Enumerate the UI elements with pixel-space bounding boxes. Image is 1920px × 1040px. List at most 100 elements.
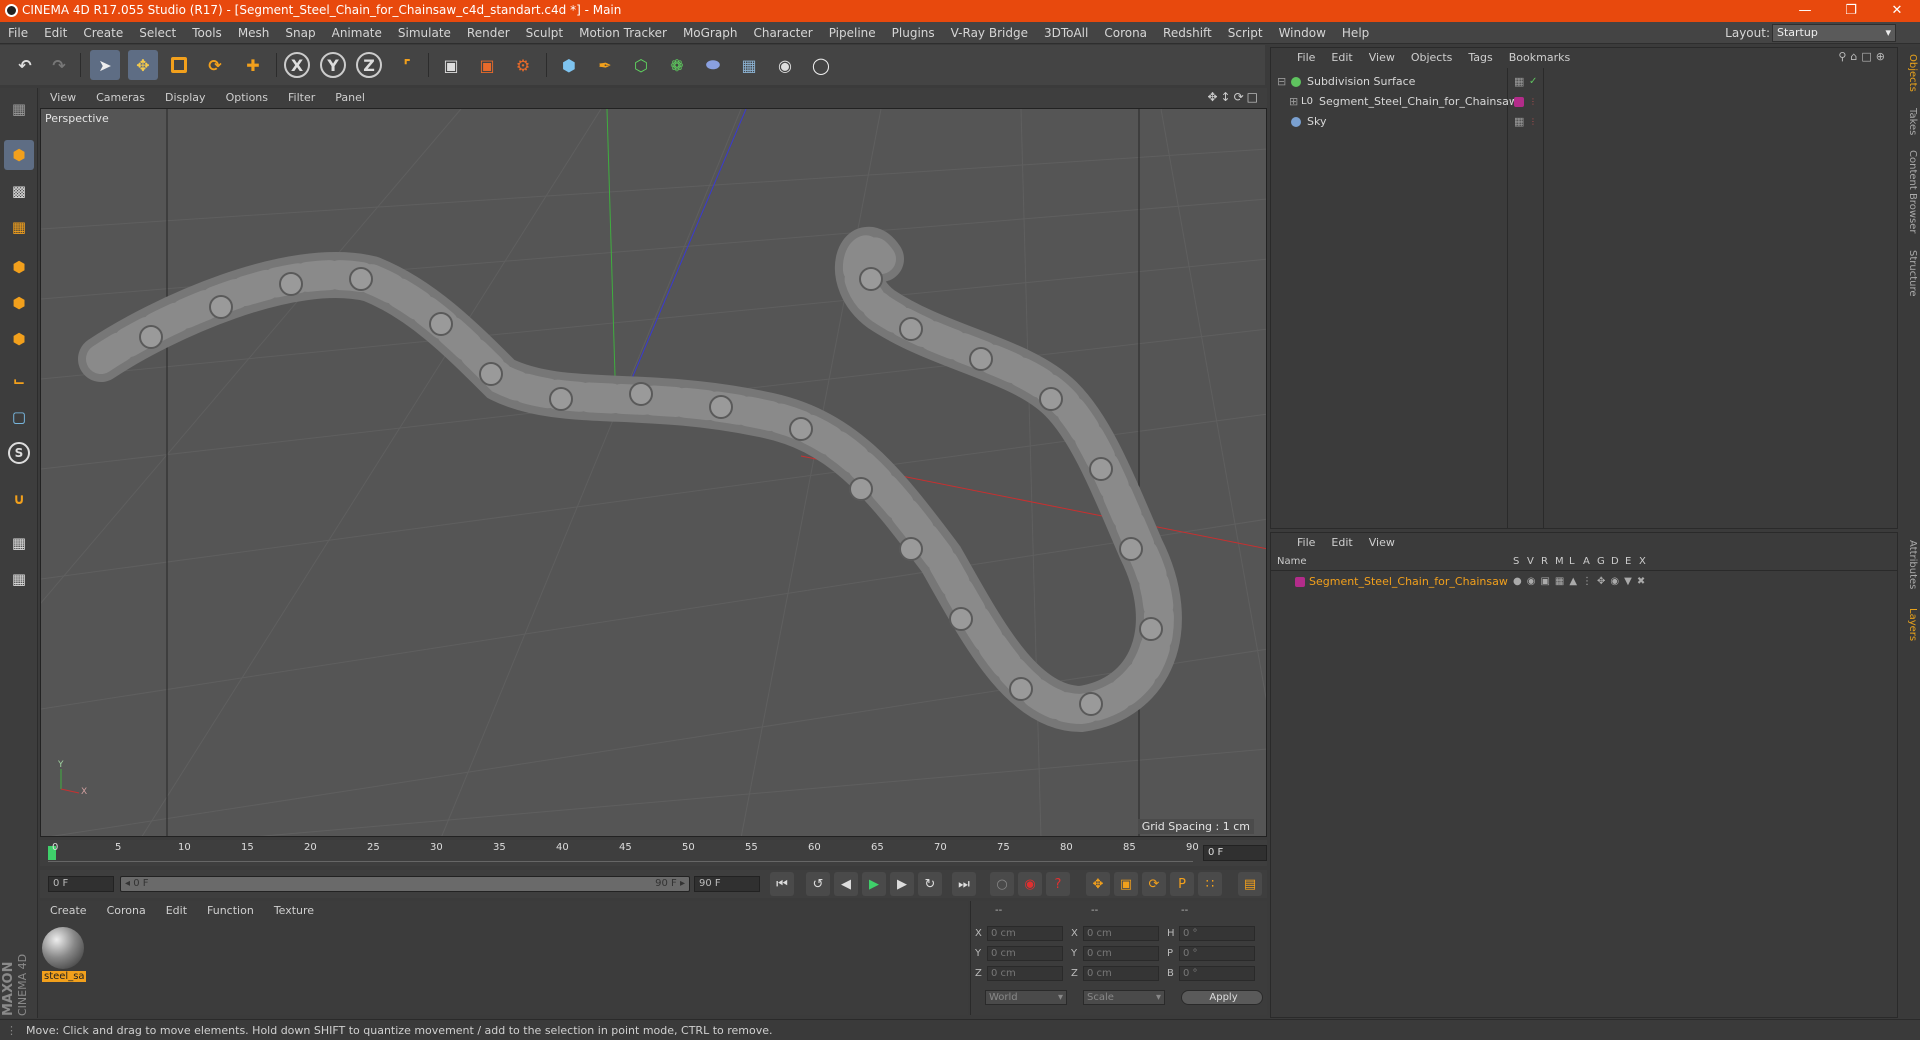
- timeline-window-button[interactable]: ▤: [1238, 872, 1262, 896]
- workplane-align-button[interactable]: ▦: [4, 564, 34, 594]
- menu-help[interactable]: Help: [1334, 22, 1377, 44]
- viewport-menu-options[interactable]: Options: [216, 88, 278, 108]
- object-row-sky[interactable]: Sky ▦ ⋮: [1271, 112, 1898, 132]
- go-to-start-button[interactable]: ⏮: [770, 872, 794, 896]
- coord-mode-select[interactable]: World ▾: [985, 990, 1067, 1005]
- next-key-button[interactable]: ↻: [918, 872, 942, 896]
- visibility-dots-icon[interactable]: ⋮: [1529, 112, 1537, 132]
- viewport-menu-display[interactable]: Display: [155, 88, 216, 108]
- minimize-button[interactable]: —: [1782, 0, 1828, 22]
- y-axis-lock-button[interactable]: Y: [320, 52, 346, 78]
- objmgr-menu-bookmarks[interactable]: Bookmarks: [1501, 48, 1578, 68]
- layer-row[interactable]: Segment_Steel_Chain_for_Chainsaw ●◉▣▦▲⋮✥…: [1271, 573, 1898, 591]
- make-editable-button[interactable]: ▦: [4, 94, 34, 124]
- add-camera-button[interactable]: ◉: [770, 50, 800, 80]
- material-menu-edit[interactable]: Edit: [156, 901, 197, 921]
- menu-sculpt[interactable]: Sculpt: [518, 22, 571, 44]
- menu-redshift[interactable]: Redshift: [1155, 22, 1220, 44]
- rotation-b-field[interactable]: 0 °: [1179, 966, 1255, 981]
- add-spline-button[interactable]: ✒: [590, 50, 620, 80]
- recent-tools-button[interactable]: ✚: [238, 50, 268, 80]
- layer-swatch-icon[interactable]: ▦: [1514, 72, 1524, 92]
- live-selection-button[interactable]: ➤: [90, 50, 120, 80]
- search-icon[interactable]: ⚲⌂□⊕: [1838, 50, 1889, 63]
- tab-structure[interactable]: Structure: [1902, 245, 1918, 301]
- key-position-button[interactable]: ✥: [1086, 872, 1110, 896]
- layer-color-icon[interactable]: [1514, 97, 1524, 107]
- menu-tools[interactable]: Tools: [184, 22, 230, 44]
- enabled-check-icon[interactable]: ✓: [1529, 72, 1537, 92]
- model-mode-button[interactable]: ⬢: [4, 140, 34, 170]
- previous-key-button[interactable]: ↺: [806, 872, 830, 896]
- viewport-menu-view[interactable]: View: [40, 88, 86, 108]
- workplane-lock-button[interactable]: ▦: [4, 528, 34, 558]
- previous-frame-button[interactable]: ◀: [834, 872, 858, 896]
- menu-motion-tracker[interactable]: Motion Tracker: [571, 22, 675, 44]
- key-pla-button[interactable]: ∷: [1198, 872, 1222, 896]
- viewport-menu-filter[interactable]: Filter: [278, 88, 325, 108]
- render-view-button[interactable]: ▣: [436, 50, 466, 80]
- axis-mode-button[interactable]: ⌙: [4, 366, 34, 396]
- polygons-mode-button[interactable]: ⬢: [4, 324, 34, 354]
- layer-col-x[interactable]: X: [1639, 556, 1646, 567]
- layer-col-a[interactable]: A: [1583, 556, 1590, 567]
- add-cube-button[interactable]: ⬢: [554, 50, 584, 80]
- tab-content-browser[interactable]: Content Browser: [1902, 147, 1918, 237]
- solo-mode-button[interactable]: S: [4, 438, 34, 468]
- next-frame-button[interactable]: ▶: [890, 872, 914, 896]
- menu-script[interactable]: Script: [1220, 22, 1271, 44]
- menu-file[interactable]: File: [0, 22, 36, 44]
- menu-edit[interactable]: Edit: [36, 22, 75, 44]
- rotate-tool-button[interactable]: ⟳: [200, 50, 230, 80]
- close-button[interactable]: ✕: [1874, 0, 1920, 22]
- autokey-button[interactable]: ◉: [1018, 872, 1042, 896]
- scale-tool-button[interactable]: [164, 50, 194, 80]
- edges-mode-button[interactable]: ⬢: [4, 288, 34, 318]
- keyframe-selection-button[interactable]: ?: [1046, 872, 1070, 896]
- key-scale-button[interactable]: ▣: [1114, 872, 1138, 896]
- key-rotation-button[interactable]: ⟳: [1142, 872, 1166, 896]
- workplane-mode-button[interactable]: ▦: [4, 212, 34, 242]
- layer-color-icon[interactable]: [1295, 577, 1305, 587]
- z-axis-lock-button[interactable]: Z: [356, 52, 382, 78]
- current-frame-field[interactable]: 0 F: [1203, 845, 1267, 861]
- material-menu-create[interactable]: Create: [40, 901, 97, 921]
- layermgr-menu-edit[interactable]: Edit: [1323, 533, 1360, 553]
- material-menu-corona[interactable]: Corona: [97, 901, 156, 921]
- go-to-end-button[interactable]: ⏭: [952, 872, 976, 896]
- menu-snap[interactable]: Snap: [277, 22, 323, 44]
- timeline-ruler[interactable]: 0 5 10 15 20 25 30 35 40 45 50 55 60 65 …: [40, 840, 1267, 866]
- menu-mesh[interactable]: Mesh: [230, 22, 278, 44]
- material-menu-texture[interactable]: Texture: [264, 901, 324, 921]
- objmgr-menu-view[interactable]: View: [1361, 48, 1403, 68]
- add-floor-button[interactable]: ▦: [734, 50, 764, 80]
- menu-plugins[interactable]: Plugins: [884, 22, 943, 44]
- menu-simulate[interactable]: Simulate: [390, 22, 459, 44]
- object-row-subdivision-surface[interactable]: ⊟ Subdivision Surface ▦ ✓: [1271, 72, 1898, 92]
- layer-col-v[interactable]: V: [1527, 556, 1534, 567]
- start-frame-field[interactable]: 0 F: [48, 876, 114, 892]
- menu-3dtoall[interactable]: 3DToAll: [1036, 22, 1096, 44]
- play-button[interactable]: ▶: [862, 872, 886, 896]
- collapse-toggle-icon[interactable]: ⊟: [1277, 72, 1286, 92]
- size-mode-select[interactable]: Scale ▾: [1083, 990, 1165, 1005]
- tab-takes[interactable]: Takes: [1902, 105, 1918, 139]
- rotation-h-field[interactable]: 0 °: [1179, 926, 1255, 941]
- perspective-viewport[interactable]: Perspective Y X Grid Spacing : 1 cm: [40, 108, 1267, 837]
- position-x-field[interactable]: 0 cm: [987, 926, 1063, 941]
- layer-col-m[interactable]: M: [1555, 556, 1564, 567]
- menu-window[interactable]: Window: [1271, 22, 1334, 44]
- layer-col-s[interactable]: S: [1513, 556, 1519, 567]
- add-subdivision-button[interactable]: ⬡: [626, 50, 656, 80]
- end-frame-field[interactable]: 90 F: [694, 876, 760, 892]
- layer-col-l[interactable]: L: [1569, 556, 1575, 567]
- undo-button[interactable]: ↶: [10, 50, 40, 80]
- layer-flag-icons[interactable]: ●◉▣▦▲⋮✥◉▼✖: [1513, 573, 1650, 591]
- objmgr-menu-objects[interactable]: Objects: [1403, 48, 1461, 68]
- redo-button[interactable]: ↷: [44, 50, 74, 80]
- position-y-field[interactable]: 0 cm: [987, 946, 1063, 961]
- size-x-field[interactable]: 0 cm: [1083, 926, 1159, 941]
- add-deformer-button[interactable]: ⬬: [698, 50, 728, 80]
- menu-corona[interactable]: Corona: [1096, 22, 1155, 44]
- layermgr-menu-view[interactable]: View: [1361, 533, 1403, 553]
